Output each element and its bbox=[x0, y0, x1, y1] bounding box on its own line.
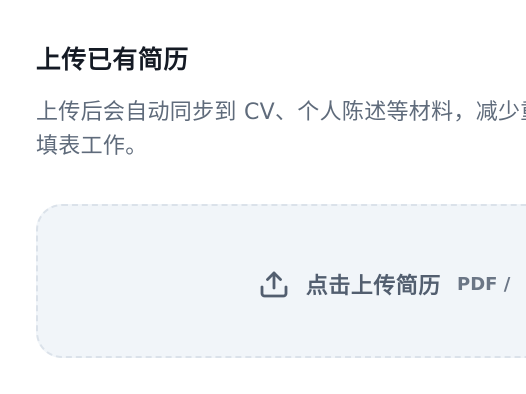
upload-dropzone[interactable]: 点击上传简历 PDF / bbox=[36, 204, 526, 358]
upload-button-label[interactable]: 点击上传简历 bbox=[306, 268, 441, 300]
upload-formats-hint: PDF / bbox=[457, 273, 511, 295]
section-title: 上传已有简历 bbox=[36, 45, 190, 74]
upload-icon bbox=[258, 268, 290, 300]
upload-prompt[interactable]: 点击上传简历 PDF / bbox=[258, 264, 510, 304]
section-description: 上传后会自动同步到 CV、个人陈述等材料，减少重复填表工作。 bbox=[36, 100, 526, 159]
upload-resume-section: 上传已有简历 上传后会自动同步到 CV、个人陈述等材料，减少重复填表工作。 点击… bbox=[0, 0, 526, 394]
